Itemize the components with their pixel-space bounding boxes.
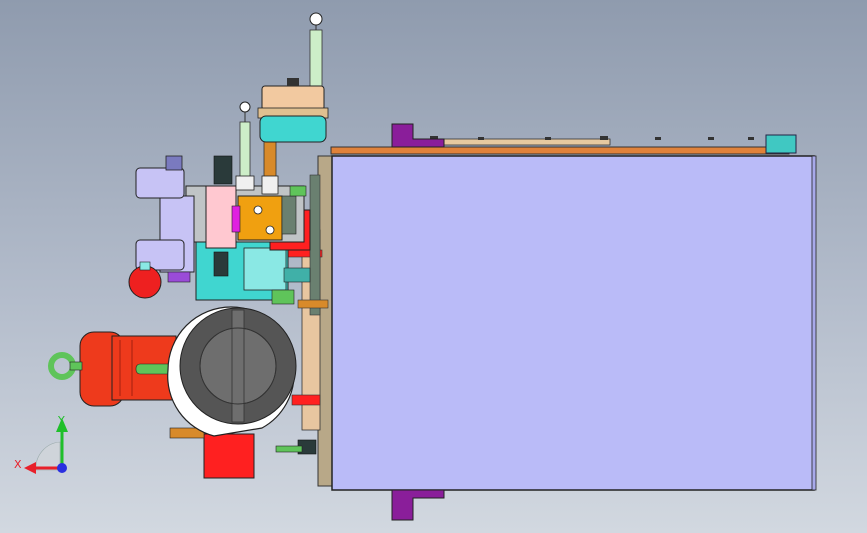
orange-block — [237, 195, 283, 241]
triad-x-label: X — [14, 458, 22, 471]
accumulator-cap — [261, 85, 325, 111]
pink-valve — [205, 185, 237, 249]
solenoid-coil-top — [135, 167, 185, 199]
lifting-eye — [48, 352, 76, 380]
accumulator[interactable] — [257, 78, 329, 143]
cad-viewport[interactable]: X Y — [0, 0, 867, 533]
hydraulic-unit-model[interactable]: X Y — [0, 0, 867, 533]
tank-edge — [811, 155, 817, 491]
triad-base — [35, 441, 61, 471]
triad-y-label: Y — [57, 414, 65, 427]
triad-x-arrow — [24, 462, 36, 474]
accumulator-base — [259, 115, 327, 143]
valve-manifold[interactable] — [128, 155, 311, 305]
red-outlet-block — [203, 433, 255, 479]
oil-tank[interactable] — [317, 134, 817, 491]
drain-fitting — [275, 439, 317, 455]
pump-assembly[interactable] — [167, 306, 297, 479]
top-bracket — [391, 123, 445, 148]
gauge-knob-top — [309, 12, 323, 26]
coordinate-triad: X Y — [14, 414, 68, 474]
tank-lid — [330, 146, 790, 155]
cyan-subblock — [243, 247, 287, 291]
bottom-bracket — [391, 489, 445, 521]
red-knob[interactable] — [128, 265, 162, 299]
electric-motor[interactable] — [48, 331, 177, 407]
magenta-marker — [231, 205, 241, 233]
tank-breather-cap — [765, 134, 797, 154]
tank-body — [331, 155, 815, 491]
triad-z-axis — [57, 463, 67, 473]
